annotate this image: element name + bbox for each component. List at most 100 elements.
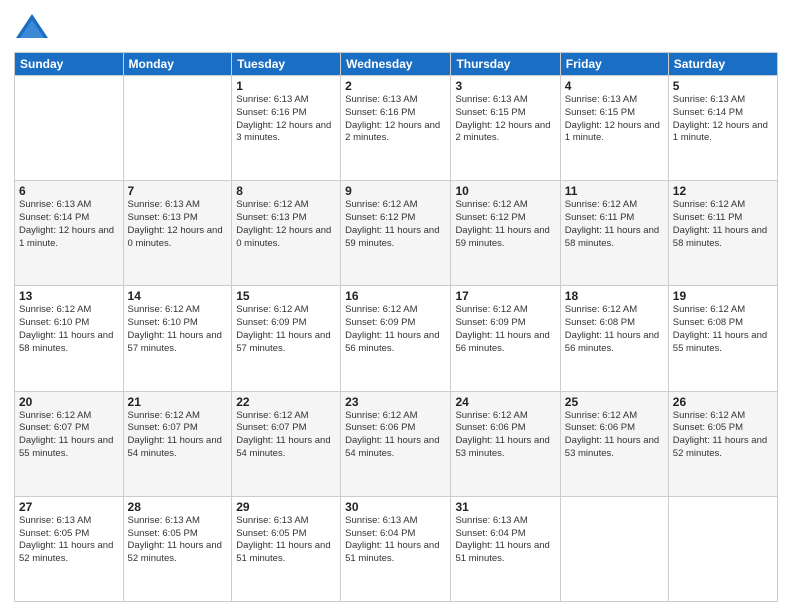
calendar-cell: 14Sunrise: 6:12 AM Sunset: 6:10 PM Dayli… <box>123 286 232 391</box>
calendar-cell: 29Sunrise: 6:13 AM Sunset: 6:05 PM Dayli… <box>232 496 341 601</box>
day-info: Sunrise: 6:12 AM Sunset: 6:09 PM Dayligh… <box>345 304 446 355</box>
calendar-cell: 8Sunrise: 6:12 AM Sunset: 6:13 PM Daylig… <box>232 181 341 286</box>
day-info: Sunrise: 6:12 AM Sunset: 6:08 PM Dayligh… <box>673 304 773 355</box>
calendar-week-4: 20Sunrise: 6:12 AM Sunset: 6:07 PM Dayli… <box>15 391 778 496</box>
day-number: 17 <box>455 289 555 303</box>
calendar-week-5: 27 Sunrise: 6:13 AM Sunset: 6:05 PM Dayli… <box>15 496 778 601</box>
day-number: 12 <box>673 184 773 198</box>
day-info: Sunrise: 6:13 AM Sunset: 6:05 PM Dayligh… <box>236 515 336 566</box>
calendar-cell: 7Sunrise: 6:13 AM Sunset: 6:13 PM Daylig… <box>123 181 232 286</box>
day-header-sunday: Sunday <box>15 53 124 76</box>
calendar-cell: 16Sunrise: 6:12 AM Sunset: 6:09 PM Dayli… <box>341 286 451 391</box>
day-info: Sunrise: 6:13 AM Sunset: 6:15 PM Dayligh… <box>455 94 555 145</box>
day-info: Sunrise: 6:13 AM Sunset: 6:14 PM Dayligh… <box>673 94 773 145</box>
day-info: Sunrise: 6:13 AM Sunset: 6:16 PM Dayligh… <box>345 94 446 145</box>
day-number: 23 <box>345 395 446 409</box>
calendar-cell: 23Sunrise: 6:12 AM Sunset: 6:06 PM Dayli… <box>341 391 451 496</box>
calendar-cell: 12Sunrise: 6:12 AM Sunset: 6:11 PM Dayli… <box>668 181 777 286</box>
calendar-cell: 22Sunrise: 6:12 AM Sunset: 6:07 PM Dayli… <box>232 391 341 496</box>
day-info: Sunrise: 6:13 AM Sunset: 6:13 PM Dayligh… <box>128 199 228 250</box>
calendar-cell: 31Sunrise: 6:13 AM Sunset: 6:04 PM Dayli… <box>451 496 560 601</box>
day-number: 14 <box>128 289 228 303</box>
calendar-cell: 6Sunrise: 6:13 AM Sunset: 6:14 PM Daylig… <box>15 181 124 286</box>
day-info: Sunrise: 6:12 AM Sunset: 6:10 PM Dayligh… <box>19 304 119 355</box>
day-info: Sunrise: 6:12 AM Sunset: 6:07 PM Dayligh… <box>236 410 336 461</box>
calendar-cell: 18Sunrise: 6:12 AM Sunset: 6:08 PM Dayli… <box>560 286 668 391</box>
calendar-cell: 3Sunrise: 6:13 AM Sunset: 6:15 PM Daylig… <box>451 76 560 181</box>
day-info: Sunrise: 6:13 AM Sunset: 6:15 PM Dayligh… <box>565 94 664 145</box>
calendar-cell: 28Sunrise: 6:13 AM Sunset: 6:05 PM Dayli… <box>123 496 232 601</box>
day-number: 1 <box>236 79 336 93</box>
day-number: 25 <box>565 395 664 409</box>
day-info: Sunrise: 6:12 AM Sunset: 6:09 PM Dayligh… <box>455 304 555 355</box>
calendar-cell: 19Sunrise: 6:12 AM Sunset: 6:08 PM Dayli… <box>668 286 777 391</box>
day-info: Sunrise: 6:12 AM Sunset: 6:12 PM Dayligh… <box>345 199 446 250</box>
day-number: 5 <box>673 79 773 93</box>
calendar-cell: 17Sunrise: 6:12 AM Sunset: 6:09 PM Dayli… <box>451 286 560 391</box>
day-info: Sunrise: 6:12 AM Sunset: 6:11 PM Dayligh… <box>565 199 664 250</box>
calendar-cell <box>123 76 232 181</box>
day-number: 24 <box>455 395 555 409</box>
logo <box>14 10 54 46</box>
day-info: Sunrise: 6:12 AM Sunset: 6:06 PM Dayligh… <box>455 410 555 461</box>
day-info: Sunrise: 6:12 AM Sunset: 6:12 PM Dayligh… <box>455 199 555 250</box>
day-number: 19 <box>673 289 773 303</box>
day-info: Sunrise: 6:13 AM Sunset: 6:16 PM Dayligh… <box>236 94 336 145</box>
day-number: 16 <box>345 289 446 303</box>
day-info: Sunrise: 6:12 AM Sunset: 6:07 PM Dayligh… <box>128 410 228 461</box>
day-number: 6 <box>19 184 119 198</box>
day-number: 31 <box>455 500 555 514</box>
day-info: Sunrise: 6:13 AM Sunset: 6:04 PM Dayligh… <box>455 515 555 566</box>
day-number: 4 <box>565 79 664 93</box>
calendar-cell: 13Sunrise: 6:12 AM Sunset: 6:10 PM Dayli… <box>15 286 124 391</box>
day-info: Sunrise: 6:12 AM Sunset: 6:13 PM Dayligh… <box>236 199 336 250</box>
day-number: 15 <box>236 289 336 303</box>
calendar-cell: 25Sunrise: 6:12 AM Sunset: 6:06 PM Dayli… <box>560 391 668 496</box>
day-number: 29 <box>236 500 336 514</box>
day-info: Sunrise: 6:12 AM Sunset: 6:09 PM Dayligh… <box>236 304 336 355</box>
calendar-cell <box>15 76 124 181</box>
day-header-tuesday: Tuesday <box>232 53 341 76</box>
day-info: Sunrise: 6:13 AM Sunset: 6:05 PM Dayligh… <box>128 515 228 566</box>
header <box>14 10 778 46</box>
calendar-cell <box>560 496 668 601</box>
day-info: Sunrise: 6:12 AM Sunset: 6:11 PM Dayligh… <box>673 199 773 250</box>
day-number: 11 <box>565 184 664 198</box>
logo-icon <box>14 10 50 46</box>
calendar-week-3: 13Sunrise: 6:12 AM Sunset: 6:10 PM Dayli… <box>15 286 778 391</box>
day-number: 22 <box>236 395 336 409</box>
day-number: 27 <box>19 500 119 514</box>
page: SundayMondayTuesdayWednesdayThursdayFrid… <box>0 0 792 612</box>
calendar-cell: 11Sunrise: 6:12 AM Sunset: 6:11 PM Dayli… <box>560 181 668 286</box>
day-number: 3 <box>455 79 555 93</box>
day-header-saturday: Saturday <box>668 53 777 76</box>
calendar-cell: 21Sunrise: 6:12 AM Sunset: 6:07 PM Dayli… <box>123 391 232 496</box>
day-header-wednesday: Wednesday <box>341 53 451 76</box>
calendar-cell: 4Sunrise: 6:13 AM Sunset: 6:15 PM Daylig… <box>560 76 668 181</box>
calendar-header-row: SundayMondayTuesdayWednesdayThursdayFrid… <box>15 53 778 76</box>
day-info: Sunrise: 6:13 AM Sunset: 6:14 PM Dayligh… <box>19 199 119 250</box>
day-number: 26 <box>673 395 773 409</box>
calendar-cell: 30Sunrise: 6:13 AM Sunset: 6:04 PM Dayli… <box>341 496 451 601</box>
day-number: 2 <box>345 79 446 93</box>
day-number: 8 <box>236 184 336 198</box>
day-number: 9 <box>345 184 446 198</box>
calendar-week-2: 6Sunrise: 6:13 AM Sunset: 6:14 PM Daylig… <box>15 181 778 286</box>
calendar-cell <box>668 496 777 601</box>
calendar-cell: 5Sunrise: 6:13 AM Sunset: 6:14 PM Daylig… <box>668 76 777 181</box>
calendar-cell: 15Sunrise: 6:12 AM Sunset: 6:09 PM Dayli… <box>232 286 341 391</box>
day-header-monday: Monday <box>123 53 232 76</box>
day-number: 20 <box>19 395 119 409</box>
day-info: Sunrise: 6:12 AM Sunset: 6:05 PM Dayligh… <box>673 410 773 461</box>
day-info: Sunrise: 6:13 AM Sunset: 6:04 PM Dayligh… <box>345 515 446 566</box>
calendar-cell: 9Sunrise: 6:12 AM Sunset: 6:12 PM Daylig… <box>341 181 451 286</box>
day-header-thursday: Thursday <box>451 53 560 76</box>
calendar-cell: 10Sunrise: 6:12 AM Sunset: 6:12 PM Dayli… <box>451 181 560 286</box>
day-number: 18 <box>565 289 664 303</box>
day-info: Sunrise: 6:12 AM Sunset: 6:07 PM Dayligh… <box>19 410 119 461</box>
day-info: Sunrise: 6:12 AM Sunset: 6:10 PM Dayligh… <box>128 304 228 355</box>
calendar-cell: 2Sunrise: 6:13 AM Sunset: 6:16 PM Daylig… <box>341 76 451 181</box>
day-number: 7 <box>128 184 228 198</box>
calendar-cell: 1Sunrise: 6:13 AM Sunset: 6:16 PM Daylig… <box>232 76 341 181</box>
calendar: SundayMondayTuesdayWednesdayThursdayFrid… <box>14 52 778 602</box>
